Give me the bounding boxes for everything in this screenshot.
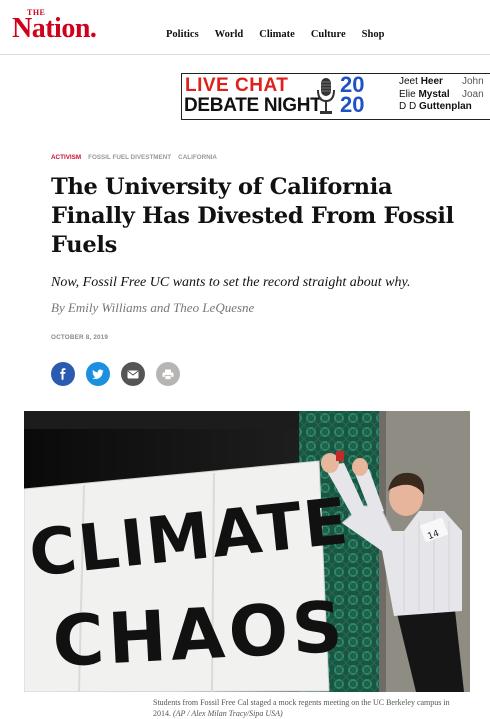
byline-prefix: By: [51, 300, 65, 315]
nav-culture[interactable]: Culture: [311, 29, 346, 40]
logo-name: Nation.: [12, 13, 97, 44]
site-header: THE Nation. Politics World Climate Cultu…: [0, 0, 490, 55]
ad-speaker: Elie Mystal: [399, 88, 450, 100]
ad-speakers-overflow: John Joan: [462, 76, 484, 101]
site-logo[interactable]: THE Nation.: [12, 8, 124, 48]
share-facebook-button[interactable]: [51, 362, 75, 386]
ad-speaker-extra: Joan: [462, 88, 484, 100]
banner-text-line2: CHAOS: [51, 586, 349, 683]
publish-date: October 8, 2019: [51, 334, 109, 341]
ad-year: 20 20: [340, 74, 376, 117]
print-icon: [162, 369, 174, 380]
byline-and: and: [150, 300, 170, 315]
photo-credit: (AP / Alex Milan Tracy/Sipa USA): [173, 709, 283, 718]
byline: By Emily Williams and Theo LeQuesne: [51, 300, 254, 316]
ad-line1: LIVE CHAT: [185, 75, 289, 96]
ad-year-bottom: 20: [340, 92, 365, 117]
article-subtitle: Now, Fossil Free UC wants to set the rec…: [51, 275, 411, 290]
ad-banner[interactable]: LIVE CHAT DEBATE NIGHT 20 20 Jeet Heer E…: [181, 73, 490, 120]
main-nav: Politics World Climate Culture Shop: [166, 29, 384, 40]
microphone-icon: [317, 78, 335, 114]
article-title: The University of California Finally Has…: [51, 174, 454, 258]
nav-world[interactable]: World: [215, 29, 244, 40]
ad-speaker: Jeet Heer: [399, 76, 443, 87]
email-icon: [127, 370, 139, 378]
nav-climate[interactable]: Climate: [259, 29, 295, 40]
ad-speaker-extra: John: [462, 76, 484, 87]
photo-image: CLIMATE CHAOS 14: [24, 411, 470, 692]
facebook-icon: [60, 368, 66, 380]
tag-fossil-fuel-divestment[interactable]: Fossil Fuel Divestment: [88, 154, 171, 161]
author-link[interactable]: Emily Williams: [68, 300, 147, 315]
article-photo: CLIMATE CHAOS 14: [24, 411, 470, 692]
photo-caption: Students from Fossil Free Cal staged a m…: [153, 697, 453, 719]
nav-shop[interactable]: Shop: [362, 29, 385, 40]
share-print-button[interactable]: [156, 362, 180, 386]
author-link[interactable]: Theo LeQuesne: [173, 300, 254, 315]
ad-speakers: Jeet Heer Elie Mystal D D Guttenplan: [399, 76, 472, 114]
tag-activism[interactable]: Activism: [51, 154, 81, 161]
ad-speaker: D D Guttenplan: [399, 101, 472, 112]
share-twitter-button[interactable]: [86, 362, 110, 386]
twitter-icon: [92, 369, 104, 379]
ad-line2: DEBATE NIGHT: [184, 95, 322, 116]
nav-politics[interactable]: Politics: [166, 29, 199, 40]
share-email-button[interactable]: [121, 362, 145, 386]
article-tags: Activism Fossil Fuel Divestment Californ…: [51, 154, 217, 161]
share-buttons: [51, 362, 180, 386]
tag-california[interactable]: California: [178, 154, 217, 161]
